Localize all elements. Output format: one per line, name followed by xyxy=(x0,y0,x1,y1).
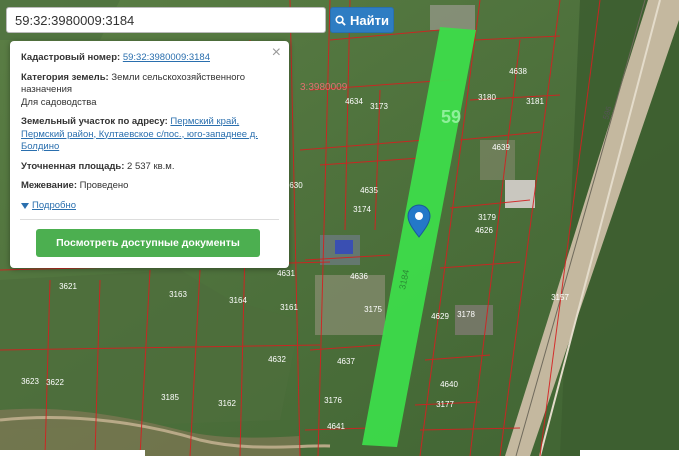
parcel-number-label: 3178 xyxy=(457,310,475,319)
parcel-number-label: 4641 xyxy=(327,422,345,431)
view-documents-button[interactable]: Посмотреть доступные документы xyxy=(36,229,260,257)
area-row: Уточненная площадь: 2 537 кв.м. xyxy=(21,161,278,174)
parcel-number-label: 3164 xyxy=(229,296,247,305)
cadastral-number-label: Кадастровый номер: xyxy=(21,52,121,63)
parcel-number-label: 4626 xyxy=(475,226,493,235)
bottom-strip xyxy=(0,450,145,456)
parcel-number-label: 3174 xyxy=(353,205,371,214)
parcel-number-label: 4634 xyxy=(345,97,363,106)
parcel-number-label: 4637 xyxy=(337,357,355,366)
search-input[interactable] xyxy=(6,7,326,33)
address-label: Земельный участок по адресу: xyxy=(21,116,168,127)
parcel-number-label: 3162 xyxy=(218,399,236,408)
parcel-number-label: 3175 xyxy=(364,305,382,314)
land-category-label: Категория земель: xyxy=(21,71,109,83)
divider xyxy=(20,219,279,220)
parcel-number-label: 3161 xyxy=(280,303,298,312)
survey-row: Межевание: Проведено xyxy=(21,180,278,193)
close-icon[interactable]: × xyxy=(272,44,281,62)
address-row: Земельный участок по адресу: Пермский кр… xyxy=(21,116,278,154)
survey-label: Межевание: xyxy=(21,180,77,191)
parcel-number-label: 3181 xyxy=(526,97,544,106)
search-button-label: Найти xyxy=(350,12,389,28)
area-label: Уточненная площадь: xyxy=(21,160,125,172)
details-toggle[interactable]: Подробно xyxy=(21,200,278,213)
details-toggle-label: Подробно xyxy=(32,199,76,211)
parcel-number-label: 4639 xyxy=(492,143,510,152)
parcel-number-label: 4636 xyxy=(350,272,368,281)
cadastral-number-row: Кадастровый номер: 59:32:3980009:3184 xyxy=(21,52,278,65)
parcel-number-label: 3180 xyxy=(478,93,496,102)
chevron-down-icon xyxy=(21,202,29,209)
parcel-number-label: 4638 xyxy=(509,67,527,76)
parcel-info-popup: × Кадастровый номер: 59:32:3980009:3184 … xyxy=(10,41,289,268)
search-icon xyxy=(335,14,346,26)
parcel-number-label: 4640 xyxy=(440,380,458,389)
parcel-number-label: 3622 xyxy=(46,378,64,387)
parcel-number-label: 4631 xyxy=(277,269,295,278)
parcel-number-label: 3157 xyxy=(551,293,569,302)
survey-value: Проведено xyxy=(79,180,129,191)
parcel-number-label: 3163 xyxy=(169,290,187,299)
bottom-strip-right xyxy=(580,450,679,456)
land-use-value: Для садоводства xyxy=(21,96,97,108)
search-button[interactable]: Найти xyxy=(330,7,394,33)
parcel-number-label: 3173 xyxy=(370,102,388,111)
parcel-number-label: 3185 xyxy=(161,393,179,402)
parcel-number-label: 3176 xyxy=(324,396,342,405)
block-number-label: 59 xyxy=(441,107,461,127)
cadastral-zone-label: 3:3980009 xyxy=(300,82,348,93)
cadastral-number-link[interactable]: 59:32:3980009:3184 xyxy=(123,52,210,63)
parcel-number-label: 3621 xyxy=(59,282,77,291)
parcel-number-label: 3623 xyxy=(21,377,39,386)
parcel-number-label: 4629 xyxy=(431,312,449,321)
land-category-row: Категория земель: Земли сельскохозяйстве… xyxy=(21,72,278,110)
parcel-number-label: 630 xyxy=(289,181,303,190)
parcel-number-label: 4632 xyxy=(268,355,286,364)
area-value: 2 537 кв.м. xyxy=(127,160,175,172)
parcel-number-label: 3179 xyxy=(478,213,496,222)
parcel-number-label: 4635 xyxy=(360,186,378,195)
parcel-number-label: 3177 xyxy=(436,400,454,409)
